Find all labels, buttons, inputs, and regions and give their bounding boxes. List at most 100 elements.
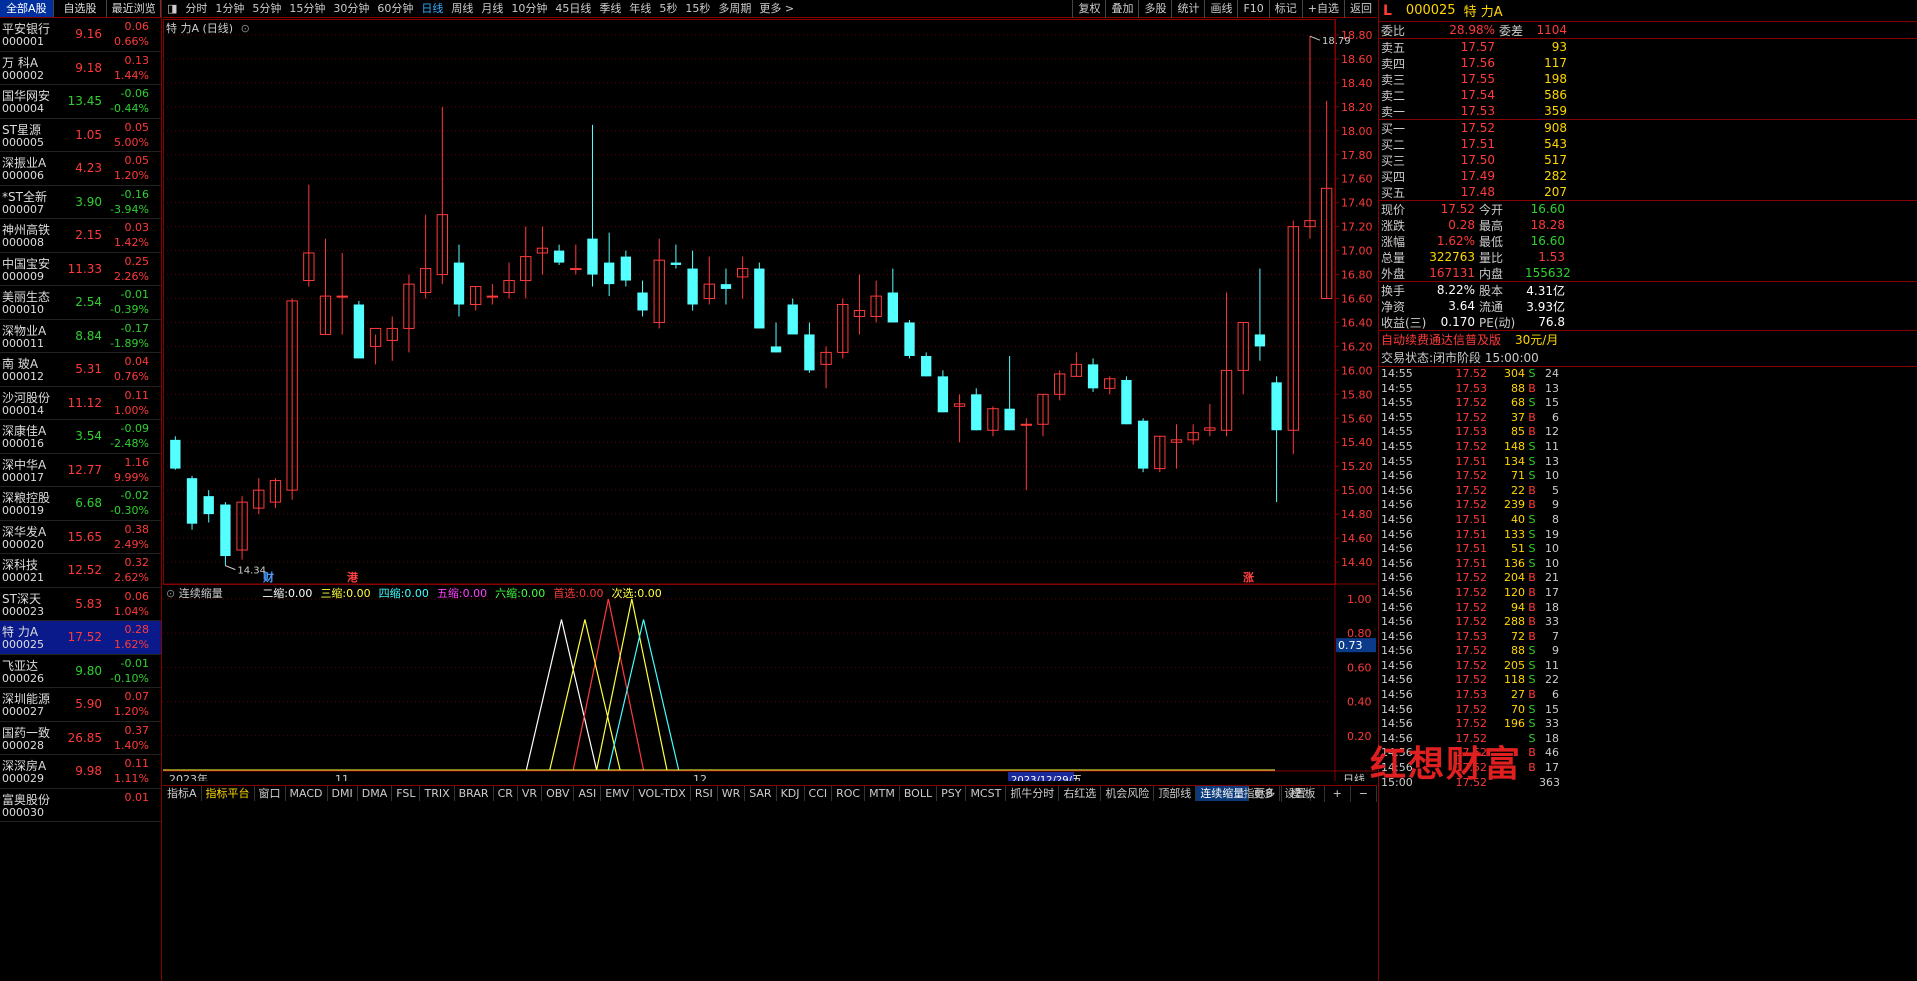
stock-row[interactable]: 深中华A 000017 12.77 1.16 9.99% (0, 454, 161, 487)
indicator-tab[interactable]: OBV (542, 786, 575, 801)
indicator-tab[interactable]: EMV (601, 786, 635, 801)
settings-circle-icon[interactable]: ⊙ (241, 22, 250, 35)
stock-row[interactable]: ST星源 000005 1.05 0.05 5.00% (0, 119, 161, 152)
indicator-tab[interactable]: FSL (392, 786, 421, 801)
stock-row[interactable]: 南 玻A 000012 5.31 0.04 0.76% (0, 353, 161, 387)
indicator-tab[interactable]: PSY (937, 786, 967, 801)
indicator-tab[interactable]: BOLL (900, 786, 938, 801)
kline-chart[interactable]: 18.8018.6018.4018.2018.0017.8017.6017.40… (163, 19, 1377, 781)
period-tab[interactable]: 1分钟 (211, 0, 248, 18)
indicator-tab[interactable]: VR (518, 786, 543, 801)
tool-button[interactable]: F10 (1237, 0, 1268, 18)
indicator-series-line (607, 619, 680, 771)
watchlist-tab[interactable]: 全部A股 (0, 0, 54, 17)
period-tab[interactable]: 分时 (181, 0, 211, 18)
period-tab[interactable]: 日线 (417, 0, 447, 18)
stock-row-price: 9.18 (75, 60, 102, 75)
bottom-right-button[interactable]: 指标B (1236, 786, 1283, 802)
indicator-tab[interactable]: ROC (832, 786, 866, 801)
stock-row[interactable]: 神州高铁 000008 2.15 0.03 1.42% (0, 219, 161, 253)
period-tab[interactable]: 45日线 (551, 0, 595, 18)
indicator-tab[interactable]: 机会风险 (1101, 786, 1155, 801)
stock-row[interactable]: ST深天 000023 5.83 0.06 1.04% (0, 588, 161, 621)
tool-button[interactable]: 画线 (1204, 0, 1237, 18)
period-tab[interactable]: 多周期 (714, 0, 755, 18)
indicator-tab[interactable]: 指标平台 (202, 786, 255, 801)
stock-row[interactable]: 沙河股份 000014 11.12 0.11 1.00% (0, 387, 161, 420)
stock-row[interactable]: 深科技 000021 12.52 0.32 2.62% (0, 554, 161, 588)
ad-banner[interactable]: 自动续费通达信普及版 30元/月 (1379, 330, 1917, 348)
tick-price: 17.52 (1455, 439, 1488, 453)
tool-button[interactable]: 返回 (1344, 0, 1377, 18)
stock-row[interactable]: 深粮控股 000019 6.68 -0.02 -0.30% (0, 487, 161, 521)
watchlist-tab[interactable]: 最近浏览 (107, 0, 161, 17)
stock-row[interactable]: 万 科A 000002 9.18 0.13 1.44% (0, 52, 161, 85)
sidebar-toggle-icon[interactable]: ◨ (163, 0, 181, 18)
stock-row[interactable]: 飞亚达 000026 9.80 -0.01 -0.10% (0, 655, 161, 688)
indicator-tab[interactable]: WR (718, 786, 746, 801)
indicator-value-label: 次选: (611, 587, 638, 600)
stock-row[interactable]: 深振业A 000006 4.23 0.05 1.20% (0, 152, 161, 186)
period-tab[interactable]: 10分钟 (507, 0, 551, 18)
indicator-tab[interactable]: CR (494, 786, 518, 801)
stock-row[interactable]: 富奥股份 000030 0.01 (0, 789, 161, 822)
bottom-right-button[interactable]: − (1351, 786, 1377, 802)
stock-row[interactable]: 国华网安 000004 13.45 -0.06 -0.44% (0, 85, 161, 119)
stock-row[interactable]: 平安银行 000001 9.16 0.06 0.66% (0, 18, 161, 52)
watchlist-tab[interactable]: 自选股 (54, 0, 108, 17)
indicator-tab[interactable]: TRIX (420, 786, 455, 801)
indicator-tab[interactable]: SAR (745, 786, 777, 801)
indicator-tab[interactable]: 窗口 (255, 786, 286, 801)
indicator-tab[interactable]: MACD (286, 786, 328, 801)
indicator-tab[interactable]: CCI (805, 786, 833, 801)
period-tab[interactable]: 30分钟 (329, 0, 373, 18)
indicator-toggle-icon[interactable]: ⊙ (166, 587, 175, 600)
stock-row[interactable]: 深康佳A 000016 3.54 -0.09 -2.48% (0, 420, 161, 454)
stock-row[interactable]: 中国宝安 000009 11.33 0.25 2.26% (0, 253, 161, 286)
stock-row[interactable]: 深圳能源 000027 5.90 0.07 1.20% (0, 688, 161, 722)
indicator-tab[interactable]: BRAR (455, 786, 494, 801)
tool-button[interactable]: 标记 (1268, 0, 1302, 18)
indicator-tab[interactable]: KDJ (777, 786, 805, 801)
tool-button[interactable]: +自选 (1301, 0, 1344, 18)
tick-volume: 205 (1504, 658, 1525, 672)
tool-button[interactable]: 统计 (1171, 0, 1204, 18)
stock-row[interactable]: 特 力A 000025 17.52 0.28 1.62% (0, 621, 161, 655)
period-tab[interactable]: 年线 (625, 0, 655, 18)
indicator-tab[interactable]: MTM (865, 786, 900, 801)
ad-text[interactable]: 自动续费通达信普及版 (1379, 331, 1501, 348)
indicator-tab[interactable]: MCST (966, 786, 1007, 801)
indicator-tab[interactable]: 右红选 (1059, 786, 1102, 801)
period-tab[interactable]: 5秒 (655, 0, 681, 18)
stock-row[interactable]: 深物业A 000011 8.84 -0.17 -1.89% (0, 320, 161, 353)
stock-row[interactable]: *ST全新 000007 3.90 -0.16 -3.94% (0, 186, 161, 219)
stock-row-price: 8.84 (75, 328, 102, 343)
indicator-tab[interactable]: ASI (574, 786, 602, 801)
indicator-tab[interactable]: 指标A (163, 786, 202, 801)
period-tab[interactable]: 更多 > (755, 0, 798, 18)
indicator-value-number: 0.00 (346, 587, 371, 600)
indicator-tab[interactable]: DMI (328, 786, 358, 801)
indicator-tab[interactable]: DMA (358, 786, 393, 801)
stock-row[interactable]: 国药一致 000028 26.85 0.37 1.40% (0, 722, 161, 755)
bottom-right-button[interactable]: + (1325, 786, 1351, 802)
period-tab[interactable]: 月线 (477, 0, 507, 18)
tool-button[interactable]: 复权 (1072, 0, 1105, 18)
period-tab[interactable]: 5分钟 (248, 0, 285, 18)
indicator-tab[interactable]: VOL-TDX (634, 786, 691, 801)
tick-price: 17.53 (1455, 425, 1488, 439)
indicator-tab[interactable]: 顶部线 (1154, 786, 1197, 801)
period-tab[interactable]: 15秒 (681, 0, 714, 18)
period-tab[interactable]: 季线 (595, 0, 625, 18)
stock-row[interactable]: 深华发A 000020 15.65 0.38 2.49% (0, 521, 161, 554)
bottom-right-button[interactable]: 模 板 (1282, 786, 1325, 802)
stock-row[interactable]: 美丽生态 000010 2.54 -0.01 -0.39% (0, 286, 161, 320)
period-tab[interactable]: 60分钟 (373, 0, 417, 18)
stock-row[interactable]: 深深房A 000029 9.98 0.11 1.11% (0, 755, 161, 789)
period-tab[interactable]: 周线 (447, 0, 477, 18)
tool-button[interactable]: 叠加 (1105, 0, 1138, 18)
tool-button[interactable]: 多股 (1138, 0, 1171, 18)
period-tab[interactable]: 15分钟 (285, 0, 329, 18)
indicator-tab[interactable]: RSI (691, 786, 718, 801)
indicator-tab[interactable]: 抓牛分时 (1006, 786, 1060, 801)
